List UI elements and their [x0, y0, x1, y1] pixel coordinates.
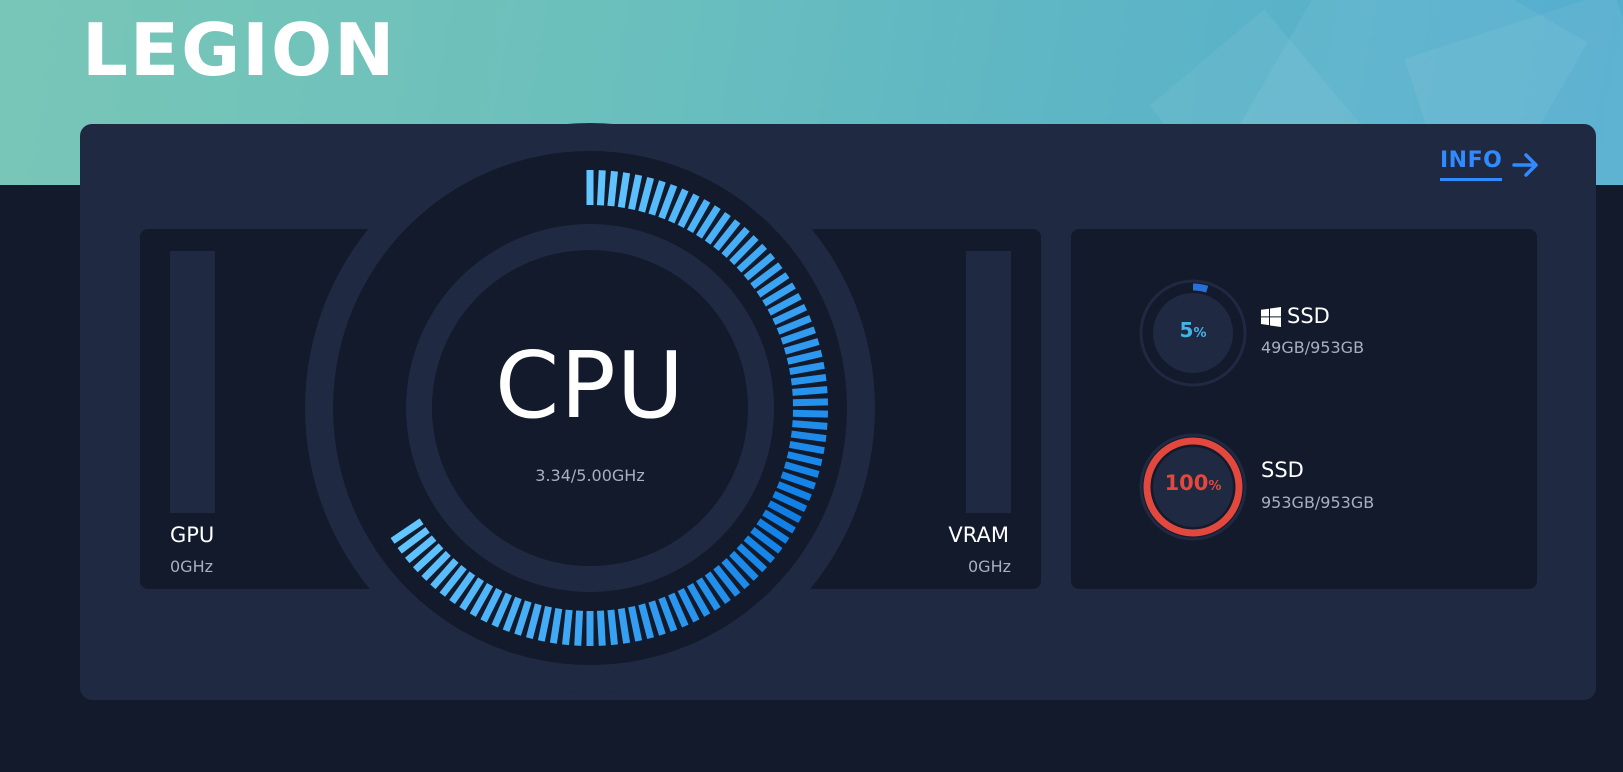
- cpu-gauge-tick: [596, 170, 606, 206]
- cpu-gauge-tick: [607, 609, 618, 646]
- cpu-label: CPU: [494, 332, 686, 439]
- cpu-gauge-tick: [792, 386, 828, 396]
- disk-2-capacity: 953GB/953GB: [1261, 493, 1375, 512]
- cpu-gauge-tick: [792, 398, 829, 407]
- cpu-frequency: 3.34/5.00GHz: [535, 466, 645, 485]
- cpu-gauge-tick: [562, 609, 573, 646]
- disk-1-capacity: 49GB/953GB: [1261, 338, 1365, 357]
- disk-1-label: SSD: [1287, 304, 1330, 328]
- cpu-gauge-tick: [607, 170, 618, 207]
- disk-1-percent: 5%: [1179, 318, 1207, 342]
- cpu-gauge-tick: [574, 610, 584, 646]
- cpu-gauge-tick: [596, 610, 606, 646]
- windows-logo-icon: [1261, 307, 1281, 327]
- disk-2-label: SSD: [1261, 458, 1304, 482]
- cpu-gauge-tick: [790, 373, 827, 386]
- cpu-gauge-tick: [792, 409, 829, 418]
- cpu-gauge-tick: [792, 420, 828, 430]
- disk-2-percent: 100%: [1164, 471, 1222, 495]
- cpu-gauge-tick: [790, 430, 827, 443]
